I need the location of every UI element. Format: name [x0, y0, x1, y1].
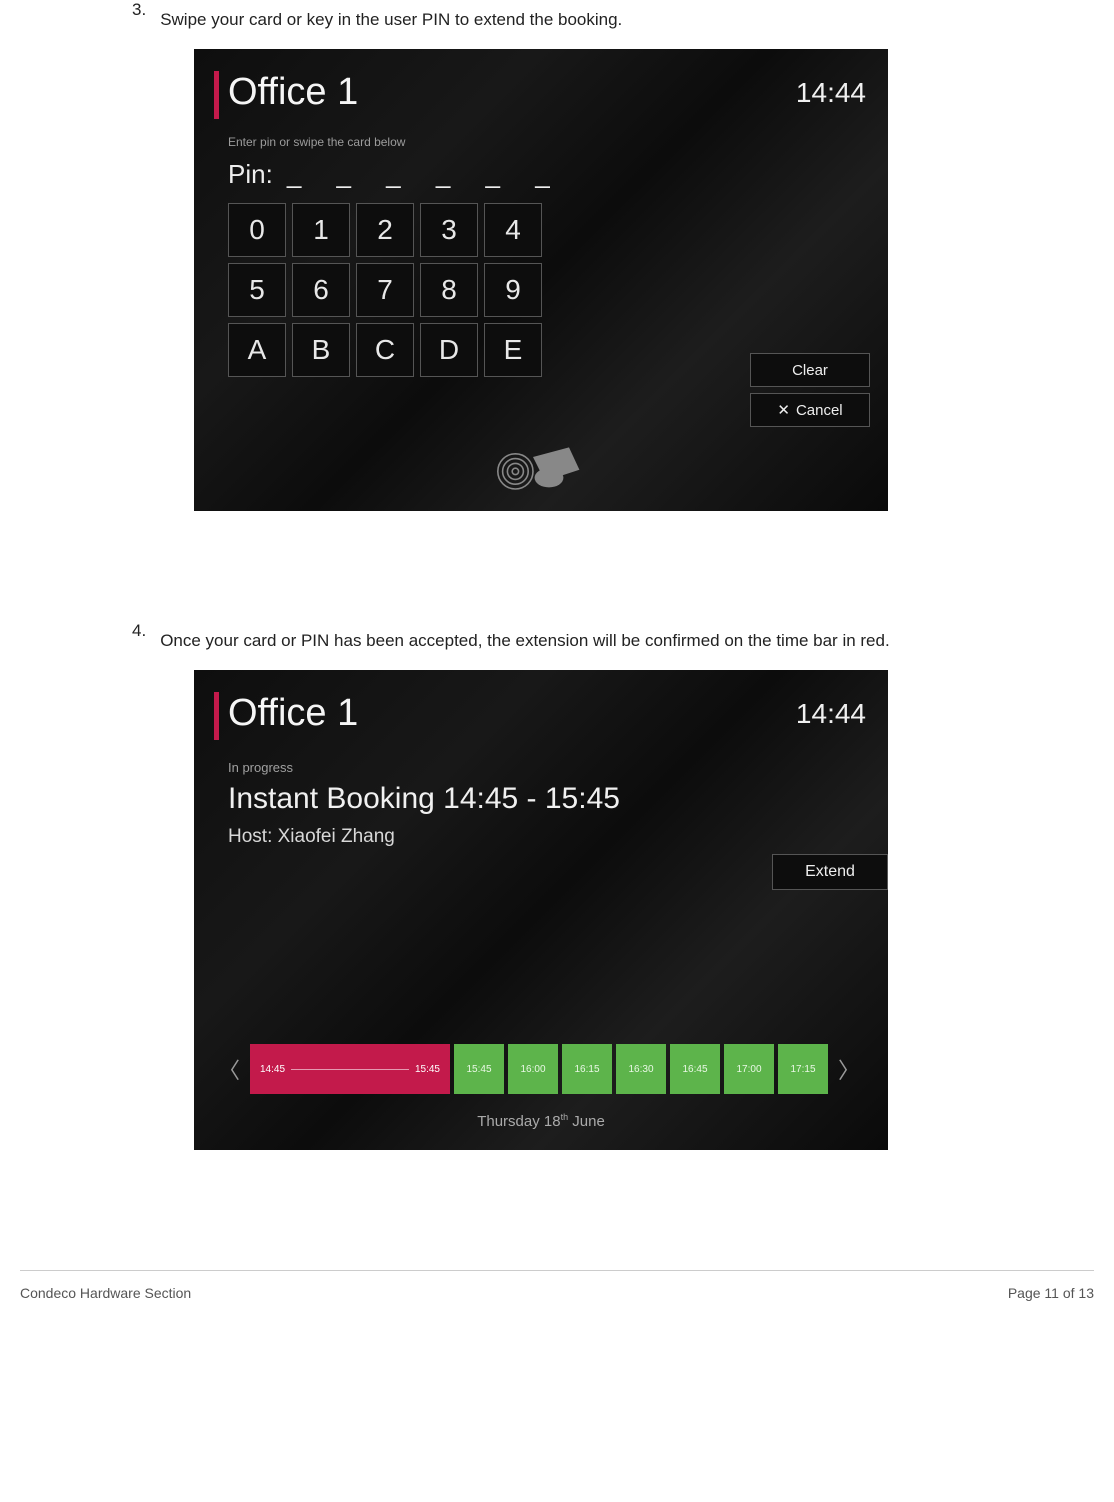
- step-number-4: 4.: [20, 621, 146, 660]
- booking-screen: Office 1 14:44 In progress Instant Booki…: [194, 670, 888, 1150]
- room-name: Office 1: [228, 692, 358, 735]
- step-number-3: 3.: [20, 0, 146, 39]
- cancel-button[interactable]: ✕ Cancel: [750, 393, 870, 427]
- clear-label: Clear: [792, 362, 828, 379]
- pin-value: _ _ _ _ _ _: [287, 159, 564, 190]
- key-C[interactable]: C: [356, 323, 414, 377]
- step-text-4: Once your card or PIN has been accepted,…: [160, 621, 1094, 660]
- timeline-slot-free[interactable]: 16:00: [508, 1044, 558, 1094]
- room-name: Office 1: [228, 71, 358, 114]
- date-label: Thursday 18th June: [194, 1112, 888, 1130]
- key-D[interactable]: D: [420, 323, 478, 377]
- booked-line: [291, 1069, 409, 1070]
- timeline-slot-free[interactable]: 16:45: [670, 1044, 720, 1094]
- key-6[interactable]: 6: [292, 263, 350, 317]
- key-E[interactable]: E: [484, 323, 542, 377]
- page-footer: Condeco Hardware Section Page 11 of 13: [20, 1270, 1094, 1301]
- extend-label: Extend: [805, 863, 855, 881]
- pin-label: Pin:: [228, 159, 273, 190]
- key-9[interactable]: 9: [484, 263, 542, 317]
- clear-button[interactable]: Clear: [750, 353, 870, 387]
- cancel-label: Cancel: [796, 402, 843, 419]
- key-5[interactable]: 5: [228, 263, 286, 317]
- date-ordinal: th: [561, 1112, 569, 1122]
- accent-bar: [214, 71, 219, 119]
- clock: 14:44: [796, 698, 866, 730]
- date-suffix: June: [568, 1113, 605, 1130]
- close-icon: ✕: [777, 401, 790, 419]
- key-2[interactable]: 2: [356, 203, 414, 257]
- timeline: 〈 14:45 15:45 15:45 16:00 16:15 16:30 16…: [212, 1044, 870, 1094]
- extend-button[interactable]: Extend: [772, 854, 888, 890]
- timeline-next[interactable]: 〉: [832, 1044, 866, 1094]
- timeline-prev[interactable]: 〈: [212, 1044, 246, 1094]
- footer-page: Page 11 of 13: [1008, 1285, 1094, 1301]
- timeline-slot-free[interactable]: 17:15: [778, 1044, 828, 1094]
- key-3[interactable]: 3: [420, 203, 478, 257]
- key-A[interactable]: A: [228, 323, 286, 377]
- pin-hint: Enter pin or swipe the card below: [228, 135, 405, 149]
- clock: 14:44: [796, 77, 866, 109]
- keypad: 0 1 2 3 4 5 6 7 8 9 A B C D E: [228, 203, 542, 377]
- key-B[interactable]: B: [292, 323, 350, 377]
- step-text-3: Swipe your card or key in the user PIN t…: [160, 0, 1094, 39]
- swipe-card-icon: [491, 441, 591, 497]
- footer-section: Condeco Hardware Section: [20, 1285, 191, 1301]
- booked-end: 15:45: [415, 1064, 440, 1075]
- key-0[interactable]: 0: [228, 203, 286, 257]
- accent-bar: [214, 692, 219, 740]
- pin-display: Pin: _ _ _ _ _ _: [228, 159, 564, 190]
- booked-start: 14:45: [260, 1064, 285, 1075]
- key-8[interactable]: 8: [420, 263, 478, 317]
- chevron-left-icon: 〈: [218, 1053, 240, 1085]
- timeline-slot-free[interactable]: 15:45: [454, 1044, 504, 1094]
- key-4[interactable]: 4: [484, 203, 542, 257]
- timeline-slot-free[interactable]: 16:15: [562, 1044, 612, 1094]
- key-1[interactable]: 1: [292, 203, 350, 257]
- date-prefix: Thursday 18: [477, 1113, 560, 1130]
- booking-title: Instant Booking 14:45 - 15:45: [228, 782, 620, 816]
- timeline-slot-free[interactable]: 17:00: [724, 1044, 774, 1094]
- status-label: In progress: [228, 760, 293, 775]
- host-label: Host: Xiaofei Zhang: [228, 826, 395, 848]
- timeline-slot-free[interactable]: 16:30: [616, 1044, 666, 1094]
- pin-screen: Office 1 14:44 Enter pin or swipe the ca…: [194, 49, 888, 511]
- chevron-right-icon: 〉: [838, 1053, 860, 1085]
- timeline-slot-booked: 14:45 15:45: [250, 1044, 450, 1094]
- key-7[interactable]: 7: [356, 263, 414, 317]
